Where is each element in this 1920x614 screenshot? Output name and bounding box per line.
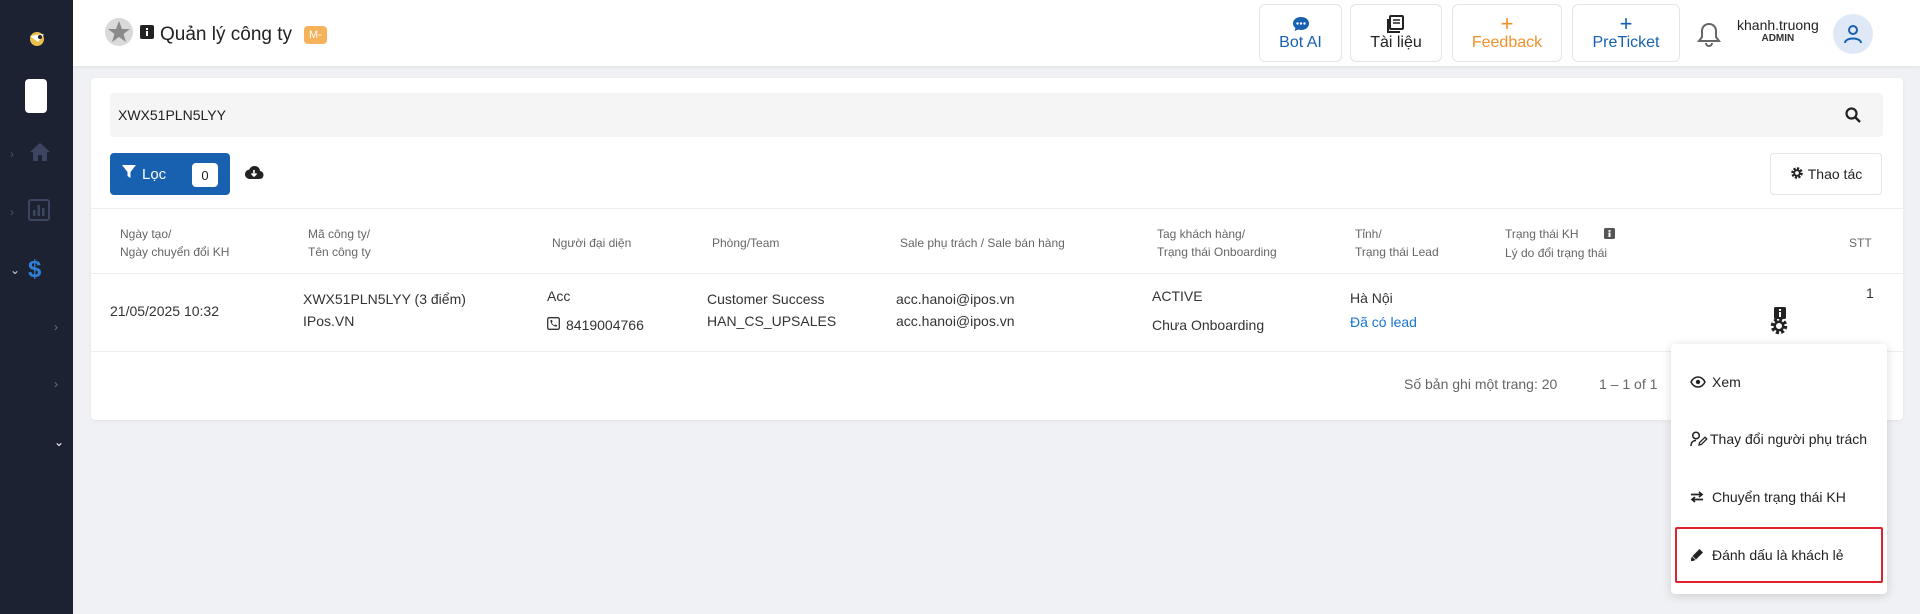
table-row[interactable]: 21/05/2025 10:32 XWX51PLN5LYY (3 điểm) I… — [91, 274, 1903, 352]
col-department: Phòng/Team — [712, 236, 780, 250]
user-edit-icon — [1690, 431, 1708, 447]
lead-status-link[interactable]: Đã có lead — [1350, 311, 1417, 333]
star-logo-icon — [104, 17, 134, 52]
env-badge: M- — [304, 25, 327, 44]
info-icon[interactable] — [140, 25, 154, 44]
chart-icon — [28, 198, 50, 226]
sidebar-white-block[interactable] — [25, 79, 47, 113]
marker-icon — [1690, 548, 1704, 562]
chevron-right-icon: › — [54, 377, 58, 391]
chevron-right-icon: › — [10, 205, 14, 219]
col-tag: Tag khách hàng/Trạng thái Onboarding — [1157, 227, 1277, 259]
plus-icon: + — [1619, 11, 1633, 36]
search-input[interactable] — [118, 93, 1818, 137]
cell-rep-name: Acc — [547, 288, 571, 304]
col-province: Tỉnh/Trạng thái Lead — [1355, 227, 1439, 259]
cell-sale-secondary: acc.hanoi@ipos.vn — [896, 313, 1015, 329]
main-card: Lọc 0 Thao tác Ngày tạo/Ngày chuyển đổi … — [91, 78, 1903, 420]
chevron-right-icon: › — [10, 147, 14, 161]
col-created: Ngày tạo/Ngày chuyển đổi KH — [120, 227, 230, 259]
cell-province: Hà Nội — [1350, 290, 1393, 306]
search-icon[interactable] — [1845, 107, 1861, 128]
cell-team: HAN_CS_UPSALES — [707, 313, 837, 329]
sidebar-subitem-3[interactable]: ⌄ — [0, 422, 73, 462]
menu-item-view[interactable]: Xem — [1671, 354, 1887, 410]
menu-item-change-owner[interactable]: Thay đổi người phụ trách — [1671, 411, 1887, 467]
eye-icon — [1690, 376, 1706, 388]
chevron-down-icon: ⌄ — [10, 263, 21, 277]
col-sale: Sale phụ trách / Sale bán hàng — [900, 236, 1065, 250]
user-icon — [1844, 25, 1862, 44]
sidebar-subitem-2[interactable]: › — [0, 364, 73, 404]
swap-icon — [1690, 491, 1704, 503]
bell-icon[interactable] — [1697, 22, 1721, 53]
preticket-button[interactable]: + PreTicket — [1572, 4, 1680, 62]
col-customer-status: Trạng thái KH Lý do đổi trạng thái — [1505, 225, 1615, 262]
actions-label: Thao tác — [1807, 166, 1863, 182]
cell-onboarding: Chưa Onboarding — [1152, 317, 1265, 333]
chevron-right-icon: › — [54, 320, 58, 334]
docs-label: Tài liệu — [1370, 34, 1422, 51]
feedback-label: Feedback — [1471, 34, 1543, 51]
info-icon[interactable] — [1603, 226, 1615, 244]
page-brand: Quản lý công ty M- — [104, 17, 327, 52]
filter-button[interactable]: Lọc 0 — [110, 153, 230, 195]
row-gear-icon[interactable] — [1769, 316, 1789, 341]
sidebar-item-reports[interactable]: › — [0, 192, 73, 232]
sidebar-item-sales[interactable]: ⌄ $ — [0, 250, 73, 290]
sidebar-item-home[interactable]: › — [0, 134, 73, 174]
actions-button[interactable]: Thao tác — [1770, 153, 1882, 195]
user-name: khanh.truong — [1737, 17, 1819, 33]
row-action-menu: Xem Thay đổi người phụ trách Chuyển trạn… — [1671, 344, 1887, 594]
bot-ai-button[interactable]: Bot AI — [1259, 4, 1342, 62]
book-icon — [1387, 14, 1405, 34]
dollar-icon: $ — [28, 256, 42, 283]
menu-item-change-status[interactable]: Chuyển trạng thái KH — [1671, 469, 1887, 525]
filter-label: Lọc — [142, 165, 167, 183]
col-stt: STT — [1849, 236, 1872, 250]
preticket-label: PreTicket — [1592, 34, 1660, 51]
search-bar — [110, 93, 1883, 137]
col-company: Mã công ty/Tên công ty — [308, 227, 371, 259]
rows-per-page[interactable]: Số bản ghi một trang: 20 — [1404, 376, 1557, 392]
user-info[interactable]: khanh.truong ADMIN — [1737, 17, 1819, 44]
cell-tag: ACTIVE — [1152, 288, 1203, 304]
avatar[interactable] — [1833, 14, 1873, 54]
cell-department: Customer Success — [707, 291, 825, 307]
cell-company-code: XWX51PLN5LYY (3 điểm) — [303, 291, 466, 307]
cell-stt: 1 — [1866, 285, 1874, 301]
cell-created: 21/05/2025 10:32 — [110, 303, 219, 319]
chevron-down-icon: ⌄ — [54, 435, 65, 449]
sidebar: › › ⌄ $ › › ⌄ — [0, 0, 73, 614]
bot-ai-label: Bot AI — [1279, 34, 1322, 51]
menu-item-mark-retail[interactable]: Đánh dấu là khách lẻ — [1675, 527, 1883, 583]
cell-rep-phone: 8419004766 — [547, 314, 644, 336]
plus-icon: + — [1500, 11, 1514, 36]
page-title: Quản lý công ty — [160, 23, 293, 45]
cell-sale-primary: acc.hanoi@ipos.vn — [896, 291, 1015, 307]
chat-icon — [1292, 14, 1310, 34]
app-logo-icon[interactable] — [24, 26, 50, 52]
pagination-range: 1 – 1 of 1 — [1599, 376, 1658, 392]
filter-count-badge: 0 — [192, 163, 218, 187]
cell-company-name: IPos.VN — [303, 313, 355, 329]
feedback-button[interactable]: + Feedback — [1452, 4, 1562, 62]
phone-icon — [547, 314, 560, 336]
col-representative: Người đại diện — [552, 236, 632, 250]
home-icon — [28, 141, 52, 168]
cloud-download-icon[interactable] — [244, 165, 264, 186]
table-header: Ngày tạo/Ngày chuyển đổi KH Mã công ty/T… — [91, 208, 1903, 274]
filter-icon — [122, 165, 136, 183]
user-role: ADMIN — [1761, 33, 1795, 44]
sidebar-subitem-1[interactable]: › — [0, 307, 73, 347]
docs-button[interactable]: Tài liệu — [1350, 4, 1442, 62]
gear-icon — [1790, 166, 1804, 183]
